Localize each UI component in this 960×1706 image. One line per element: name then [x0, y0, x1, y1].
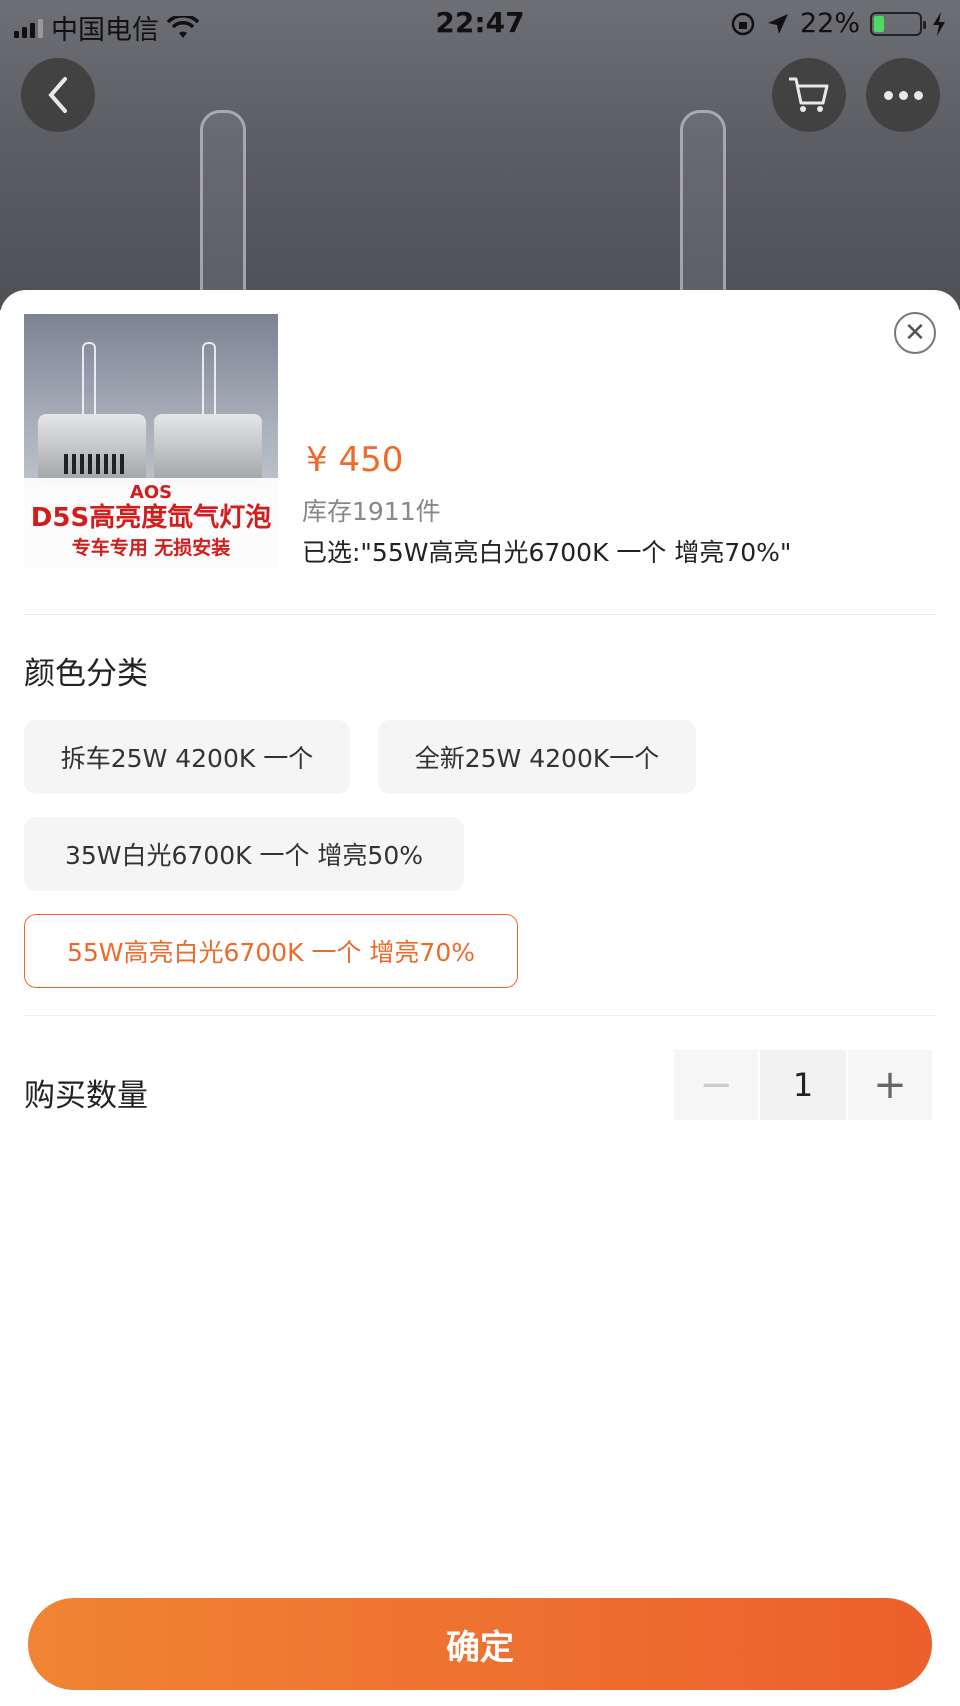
sku-selector-sheet: AOS D5S高亮度氙气灯泡 专车专用 无损安装 ✕ ¥ 450 库存1911件…: [0, 290, 960, 1706]
more-button[interactable]: [866, 58, 940, 132]
thumb-brand: AOS: [129, 482, 173, 503]
charging-icon: [933, 11, 945, 36]
close-icon: ✕: [904, 318, 926, 348]
price: ¥ 450: [306, 440, 404, 480]
quantity-value[interactable]: 1: [760, 1050, 846, 1120]
thumb-subtitle: 专车专用 无损安装: [71, 537, 231, 559]
quantity-section-title: 购买数量: [24, 1078, 148, 1114]
battery-percent: 22%: [799, 8, 860, 39]
divider: [24, 1015, 936, 1016]
location-icon: [767, 13, 788, 34]
bulb-shape: [680, 110, 726, 300]
bulb-shape: [200, 110, 246, 300]
increment-button[interactable]: +: [848, 1050, 932, 1120]
sku-option[interactable]: 35W白光6700K 一个 增亮50%: [24, 817, 464, 891]
divider: [24, 614, 936, 615]
stock-count: 库存1911件: [302, 497, 441, 526]
decrement-button[interactable]: −: [674, 1050, 758, 1120]
cart-button[interactable]: [772, 58, 846, 132]
status-bar: 中国电信 22:47 22%: [0, 0, 960, 48]
quantity-stepper: − 1 +: [674, 1050, 932, 1120]
back-button[interactable]: [21, 58, 95, 132]
thumb-title: D5S高亮度氙气灯泡: [30, 503, 272, 533]
chevron-left-icon: [48, 77, 67, 113]
sku-option-selected[interactable]: 55W高亮白光6700K 一个 增亮70%: [24, 914, 518, 988]
sku-option[interactable]: 拆车25W 4200K 一个: [24, 720, 350, 794]
cart-icon: [789, 77, 829, 112]
rotation-lock-icon: [731, 12, 755, 35]
close-button[interactable]: ✕: [894, 312, 936, 354]
color-section-title: 颜色分类: [24, 656, 148, 692]
selected-summary: 已选:"55W高亮白光6700K 一个 增亮70%": [302, 538, 792, 567]
more-dots-icon: [883, 90, 923, 100]
sku-option[interactable]: 全新25W 4200K一个: [378, 720, 696, 794]
confirm-button[interactable]: 确定: [28, 1598, 932, 1690]
battery-icon: [870, 11, 926, 36]
product-thumbnail: AOS D5S高亮度氙气灯泡 专车专用 无损安装: [24, 314, 278, 568]
